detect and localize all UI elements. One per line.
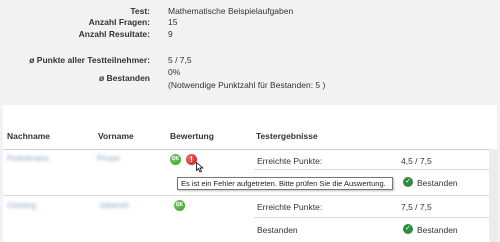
summary-row-questions: Anzahl Fragen: 15 (0, 17, 500, 28)
summary-row-results: Anzahl Resultate: 9 (0, 29, 500, 40)
row1-firstname[interactable]: Pinaar (97, 155, 120, 163)
check-circle-icon: ✓ (403, 177, 413, 187)
header-lastname[interactable]: Nachname (7, 131, 50, 141)
header-firstname[interactable]: Vorname (98, 131, 134, 141)
summary-row-passed-note: (Notwendige Punktzahl für Bestanden: 5 ) (0, 80, 500, 91)
summary-row-avg-points: ø Punkte aller Testteilnehmer: 5 / 7,5 (0, 55, 500, 66)
header-divider (3, 149, 497, 150)
row1-sub-divider (254, 169, 489, 170)
test-summary: Test: Mathematische Beispielaufgaben Anz… (0, 0, 500, 98)
ok-icon[interactable]: OK (170, 154, 181, 165)
results-table: Nachname Vorname Bewertung Testergebniss… (3, 105, 497, 242)
avg-points-label: ø Punkte aller Testteilnehmer: (29, 55, 150, 65)
ok-icon[interactable]: OK (174, 200, 185, 211)
row2-status-label: Bestanden (417, 225, 458, 235)
error-tooltip: Es ist ein Fehler aufgetreten. Bitte prü… (177, 177, 393, 190)
check-circle-icon: ✓ (403, 224, 413, 234)
questions-label: Anzahl Fragen: (88, 17, 150, 27)
passed-note: (Notwendige Punktzahl für Bestanden: 5 ) (168, 80, 326, 90)
row2-status-prefix: Bestanden (257, 225, 298, 235)
results-value: 9 (168, 29, 173, 39)
row1-lastname[interactable]: Pinkelmann (7, 155, 49, 163)
row2-firstname[interactable]: Jakanoh (99, 202, 129, 210)
results-label: Anzahl Resultate: (78, 29, 150, 39)
questions-value: 15 (168, 17, 178, 27)
row1-status-label: Bestanden (417, 178, 458, 188)
row2-sub-divider (254, 217, 489, 218)
row1-points-label: Erreichte Punkte: (257, 156, 323, 166)
avg-points-value: 5 / 7,5 (168, 55, 192, 65)
summary-row-test: Test: Mathematische Beispielaufgaben (0, 6, 500, 17)
pointer-cursor-icon (196, 162, 204, 173)
test-value: Mathematische Beispielaufgaben (168, 6, 294, 16)
test-label: Test: (130, 6, 150, 16)
header-rating[interactable]: Bewertung (170, 131, 214, 141)
row-divider (3, 195, 489, 196)
row1-points-value: 4,5 / 7,5 (401, 156, 432, 166)
header-results[interactable]: Testergebnisse (256, 131, 318, 141)
row2-lastname[interactable]: Ostwing (7, 202, 36, 210)
row2-points-value: 7,5 / 7,5 (401, 202, 432, 212)
table-edge (489, 149, 497, 242)
row2-points-label: Erreichte Punkte: (257, 202, 323, 212)
